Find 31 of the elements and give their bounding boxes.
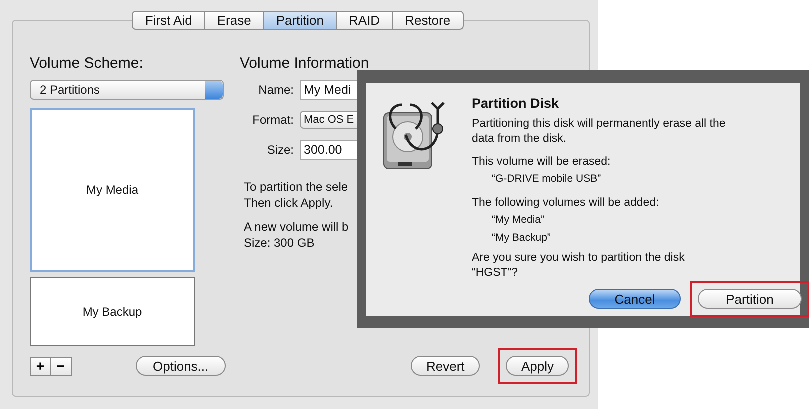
info-text: A new volume will b Size: 300 GB bbox=[244, 219, 350, 251]
add-button[interactable]: + bbox=[30, 356, 51, 376]
options-button[interactable]: Options... bbox=[136, 356, 226, 376]
field-label: Name: bbox=[258, 83, 294, 97]
popup-menu[interactable]: 2 Partitions bbox=[30, 80, 224, 100]
section-label: Volume Scheme: bbox=[30, 55, 144, 72]
remove-button[interactable]: − bbox=[51, 356, 72, 376]
push-button[interactable]: Partition bbox=[698, 289, 802, 309]
drive-stethoscope-icon bbox=[382, 99, 448, 171]
tab[interactable]: Erase bbox=[205, 11, 264, 30]
volume-name: “My Backup” bbox=[492, 231, 552, 246]
info-text: To partition the sele Then click Apply. bbox=[244, 179, 350, 211]
default-button[interactable]: Cancel bbox=[589, 289, 681, 309]
push-button[interactable]: Revert bbox=[411, 356, 480, 376]
tab[interactable]: First Aid bbox=[132, 11, 206, 30]
partition-block[interactable]: My Backup bbox=[30, 277, 195, 346]
push-button[interactable]: Apply bbox=[506, 356, 569, 376]
tab[interactable]: Restore bbox=[393, 11, 464, 30]
partition-block[interactable]: My Media bbox=[30, 108, 195, 272]
dialog-text: The following volumes will be added: bbox=[472, 196, 660, 211]
field-label: Size: bbox=[266, 143, 294, 157]
dialog-message: Partitioning this disk will permanently erase all the data from the disk. bbox=[472, 117, 727, 147]
dialog-text: This volume will be erased: bbox=[472, 155, 612, 170]
tab[interactable]: Partition bbox=[264, 11, 338, 30]
tab[interactable]: RAID bbox=[337, 11, 394, 30]
dialog-question: Are you sure you wish to partition the disk “HGST”? bbox=[472, 251, 686, 281]
volume-name: “My Media” bbox=[492, 213, 546, 228]
field-label: Format: bbox=[252, 113, 294, 127]
volume-name: “G-DRIVE mobile USB” bbox=[492, 172, 602, 187]
dialog-title: Partition Disk bbox=[472, 96, 560, 111]
section-label: Volume Information bbox=[240, 55, 370, 72]
